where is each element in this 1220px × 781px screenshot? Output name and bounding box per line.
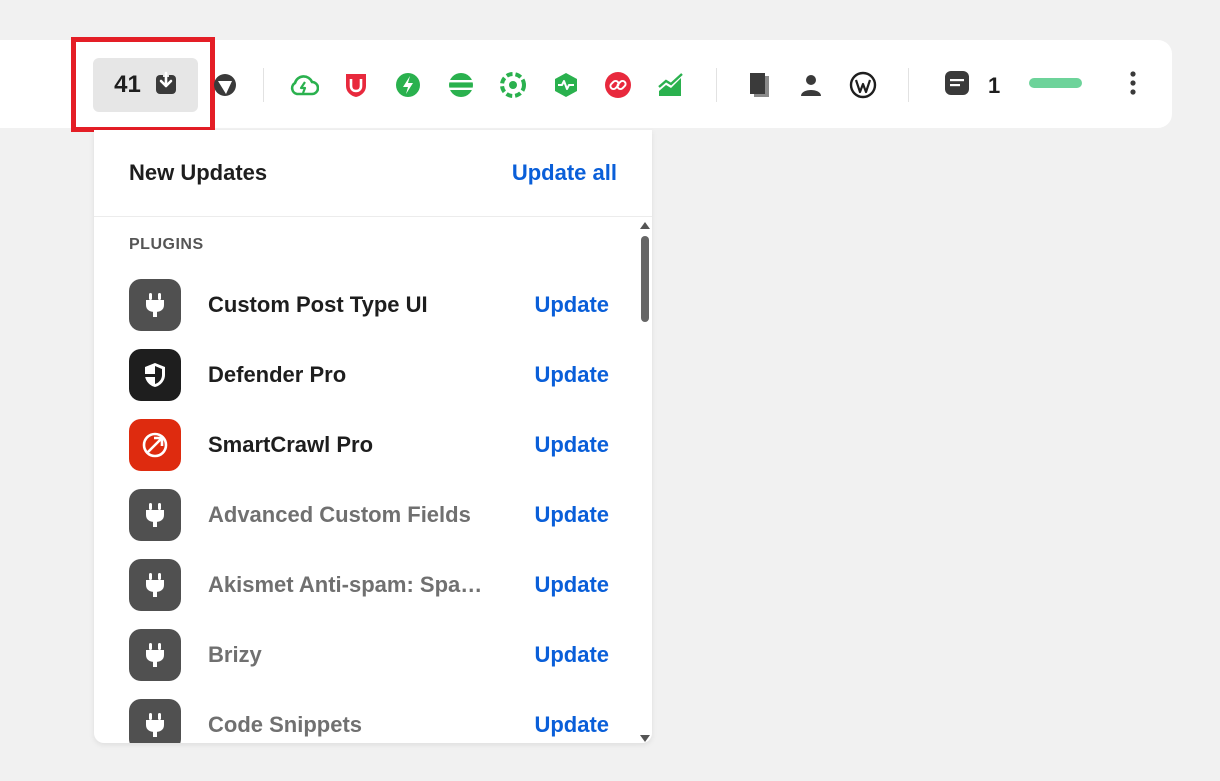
section-label: PLUGINS	[129, 236, 204, 253]
comments-indicator[interactable]: 1	[944, 70, 1000, 101]
plugin-name: SmartCrawl Pro	[208, 432, 374, 457]
chart-icon[interactable]	[656, 70, 686, 100]
update-button[interactable]: Update	[534, 502, 609, 528]
plugin-list: Custom Post Type UI Update Defender Pro …	[129, 270, 619, 743]
updates-count: 41	[114, 71, 141, 98]
cloud-icon[interactable]	[289, 70, 319, 100]
plug-icon	[129, 559, 181, 611]
update-all-button[interactable]: Update all	[512, 160, 617, 186]
plugin-name: Code Snippets	[208, 712, 363, 737]
update-button[interactable]: Update	[534, 292, 609, 318]
scroll-down-arrow[interactable]	[640, 735, 650, 742]
update-button[interactable]: Update	[534, 642, 609, 668]
update-button[interactable]: Update	[534, 432, 609, 458]
update-button[interactable]: Update	[534, 572, 609, 598]
plugin-name: Brizy	[208, 642, 262, 667]
plugin-name: Akismet Anti-spam: Spam Protection	[208, 572, 488, 597]
pages-icon[interactable]	[744, 70, 774, 100]
shield-icon[interactable]	[341, 70, 371, 100]
plugin-name: Advanced Custom Fields	[208, 502, 471, 527]
toolbar-divider	[716, 68, 717, 102]
updates-dropdown: New Updates Update all PLUGINS Custom Po…	[94, 130, 652, 743]
bolt-icon[interactable]	[393, 70, 423, 100]
toolbar-divider	[908, 68, 909, 102]
comment-icon	[944, 70, 970, 101]
stripes-icon[interactable]	[446, 70, 476, 100]
update-button[interactable]: Update	[534, 362, 609, 388]
comments-count: 1	[988, 72, 1001, 98]
plugin-name: Defender Pro	[208, 362, 347, 387]
dropdown-header: New Updates Update all	[94, 130, 652, 217]
list-item: Defender Pro Update	[129, 340, 619, 410]
status-pill[interactable]	[1029, 78, 1082, 88]
plugin-name: Custom Post Type UI	[208, 292, 428, 317]
dropdown-scrollbar[interactable]	[640, 222, 650, 742]
list-item: Custom Post Type UI Update	[129, 270, 619, 340]
dropdown-title: New Updates	[129, 160, 268, 185]
link-icon[interactable]	[603, 70, 633, 100]
theme-icon[interactable]	[210, 70, 240, 100]
camera-aperture-icon[interactable]	[498, 70, 528, 100]
list-item: Advanced Custom Fields Update	[129, 480, 619, 550]
user-icon[interactable]	[796, 70, 826, 100]
updates-button[interactable]: 41	[93, 58, 198, 112]
plug-icon	[129, 279, 181, 331]
update-button[interactable]: Update	[534, 712, 609, 738]
plug-icon	[129, 699, 181, 743]
plug-icon	[129, 489, 181, 541]
list-item: Code Snippets Update	[129, 690, 619, 743]
scroll-thumb[interactable]	[641, 236, 649, 322]
list-item: SmartCrawl Pro Update	[129, 410, 619, 480]
smartcrawl-icon	[129, 419, 181, 471]
download-icon	[155, 70, 177, 100]
toolbar-divider	[263, 68, 264, 102]
heartbeat-icon[interactable]	[551, 70, 581, 100]
plug-icon	[129, 629, 181, 681]
list-item: Akismet Anti-spam: Spam Protection Updat…	[129, 550, 619, 620]
defender-shield-icon	[129, 349, 181, 401]
kebab-menu-icon[interactable]	[1120, 68, 1146, 98]
list-item: Brizy Update	[129, 620, 619, 690]
wordpress-icon[interactable]	[848, 70, 878, 100]
scroll-up-arrow[interactable]	[640, 222, 650, 229]
